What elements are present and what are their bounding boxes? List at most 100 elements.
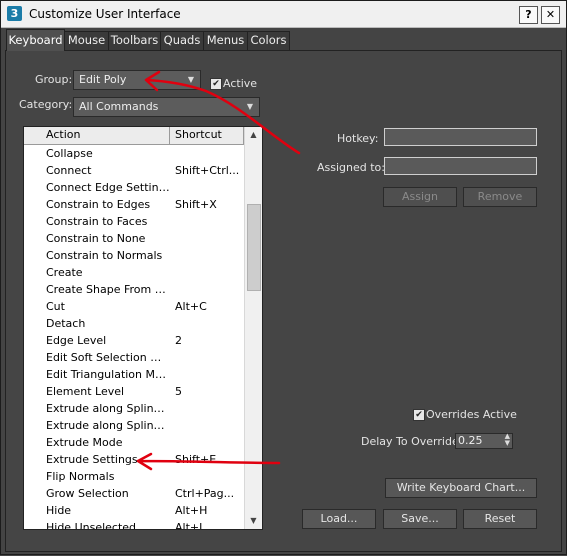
action-name: Edge Level [46,334,107,347]
list-item[interactable]: Edit Soft Selection Mode [24,349,244,366]
shortcut-value: Ctrl+Pag... [175,487,235,500]
tab-colors[interactable]: Colors [247,31,290,50]
action-name: Connect [46,164,92,177]
shortcut-value: Alt+I [175,521,203,530]
save-button[interactable]: Save... [383,509,457,529]
overrides-active-label: Overrides Active [426,408,517,421]
list-item[interactable]: Extrude along Spline S... [24,417,244,434]
list-item[interactable]: Constrain to Edges Shift+X [24,196,244,213]
shortcut-value: 5 [175,385,182,398]
action-name: Hide Unselected [46,521,137,530]
action-name: Connect Edge Settings [46,181,170,194]
shortcut-value: Shift+Ctrl... [175,164,240,177]
hotkey-label: Hotkey: [337,132,379,145]
chevron-down-icon: ▼ [246,102,253,111]
tab-menus[interactable]: Menus [203,31,248,50]
list-item[interactable]: Connect Shift+Ctrl... [24,162,244,179]
customize-ui-dialog: 3 Customize User Interface ? ✕ Keyboard … [0,0,567,555]
list-item[interactable]: Flip Normals [24,468,244,485]
help-button[interactable]: ? [519,6,538,24]
delay-override-label: Delay To Override: [361,435,463,448]
write-keyboard-chart-button[interactable]: Write Keyboard Chart... [385,478,537,498]
column-header-action[interactable]: Action [24,127,170,144]
list-item[interactable]: Grow Selection Ctrl+Pag... [24,485,244,502]
chevron-down-icon: ▼ [187,75,194,84]
list-item[interactable]: Create [24,264,244,281]
assigned-to-label: Assigned to: [317,161,385,174]
window-title: Customize User Interface [29,7,181,21]
list-item[interactable]: Constrain to None [24,230,244,247]
list-item[interactable]: Constrain to Normals [24,247,244,264]
scroll-thumb[interactable] [247,204,261,291]
assigned-to-field[interactable] [384,157,537,175]
list-item[interactable]: Create Shape From Ed... [24,281,244,298]
list-scrollbar[interactable]: ▲ ▼ [244,127,262,529]
action-name: Collapse [46,147,93,160]
action-name: Edit Soft Selection Mode [46,351,170,364]
list-item[interactable]: Extrude Mode [24,434,244,451]
action-name: Create [46,266,83,279]
group-dropdown-value: Edit Poly [79,73,127,86]
remove-button[interactable]: Remove [463,187,537,207]
list-item[interactable]: Edit Triangulation Mode [24,366,244,383]
action-name: Constrain to Faces [46,215,148,228]
shortcut-value: Shift+E [175,453,217,466]
scroll-up-icon[interactable]: ▲ [245,127,262,143]
action-name: Element Level [46,385,125,398]
scroll-down-icon[interactable]: ▼ [245,513,262,529]
action-name: Constrain to Edges [46,198,151,211]
action-name: Constrain to None [46,232,146,245]
title-bar: 3 Customize User Interface ? ✕ [1,1,566,28]
delay-override-value: 0.25 [458,434,483,447]
list-item[interactable]: Collapse [24,145,244,162]
action-name: Cut [46,300,65,313]
tab-quads[interactable]: Quads [160,31,204,50]
action-name: Detach [46,317,86,330]
overrides-active-checkbox[interactable]: ✔ [413,409,425,421]
list-item[interactable]: Constrain to Faces [24,213,244,230]
spinner-arrows-icon[interactable]: ▲ ▼ [505,433,510,447]
shortcut-value: Shift+X [175,198,217,211]
category-label: Category: [19,98,73,111]
category-dropdown-value: All Commands [79,100,159,113]
list-item[interactable]: Hide Unselected Alt+I [24,519,244,530]
reset-button[interactable]: Reset [463,509,537,529]
action-name: Flip Normals [46,470,115,483]
hotkey-field[interactable] [384,128,537,146]
action-name: Create Shape From Ed... [46,283,170,296]
action-name: Edit Triangulation Mode [46,368,170,381]
group-dropdown[interactable]: Edit Poly ▼ [73,70,201,90]
tab-mouse[interactable]: Mouse [64,31,109,50]
action-name: Extrude along Spline M... [46,402,170,415]
action-name: Extrude along Spline S... [46,419,170,432]
list-rows: Collapse Connect Shift+Ctrl... Connect Ed… [24,145,244,530]
tab-keyboard[interactable]: Keyboard [6,29,65,51]
shortcut-value: Alt+C [175,300,207,313]
list-item[interactable]: Detach [24,315,244,332]
list-item[interactable]: Connect Edge Settings [24,179,244,196]
list-item[interactable]: Extrude along Spline M... [24,400,244,417]
shortcut-value: 2 [175,334,182,347]
shortcut-value: Alt+H [175,504,208,517]
active-checkbox[interactable]: ✔ [210,78,222,90]
action-name: Extrude Settings [46,453,138,466]
delay-override-spinner[interactable]: 0.25 ▲ ▼ [455,433,513,449]
action-name: Hide [46,504,72,517]
list-item[interactable]: Element Level 5 [24,383,244,400]
assign-button[interactable]: Assign [383,187,457,207]
tab-toolbars[interactable]: Toolbars [108,31,161,50]
category-dropdown[interactable]: All Commands ▼ [73,97,260,117]
list-item[interactable]: Edge Level 2 [24,332,244,349]
load-button[interactable]: Load... [302,509,376,529]
list-item[interactable]: Hide Alt+H [24,502,244,519]
active-label: Active [223,77,258,90]
action-name: Constrain to Normals [46,249,163,262]
action-name: Extrude Mode [46,436,123,449]
action-name: Grow Selection [46,487,129,500]
action-list[interactable]: Action Shortcut Collapse Connect Shift+Ct… [23,126,263,530]
column-header-shortcut[interactable]: Shortcut [170,127,244,144]
list-header: Action Shortcut [24,127,244,145]
list-item[interactable]: Cut Alt+C [24,298,244,315]
list-item[interactable]: Extrude Settings Shift+E [24,451,244,468]
close-button[interactable]: ✕ [541,6,560,24]
